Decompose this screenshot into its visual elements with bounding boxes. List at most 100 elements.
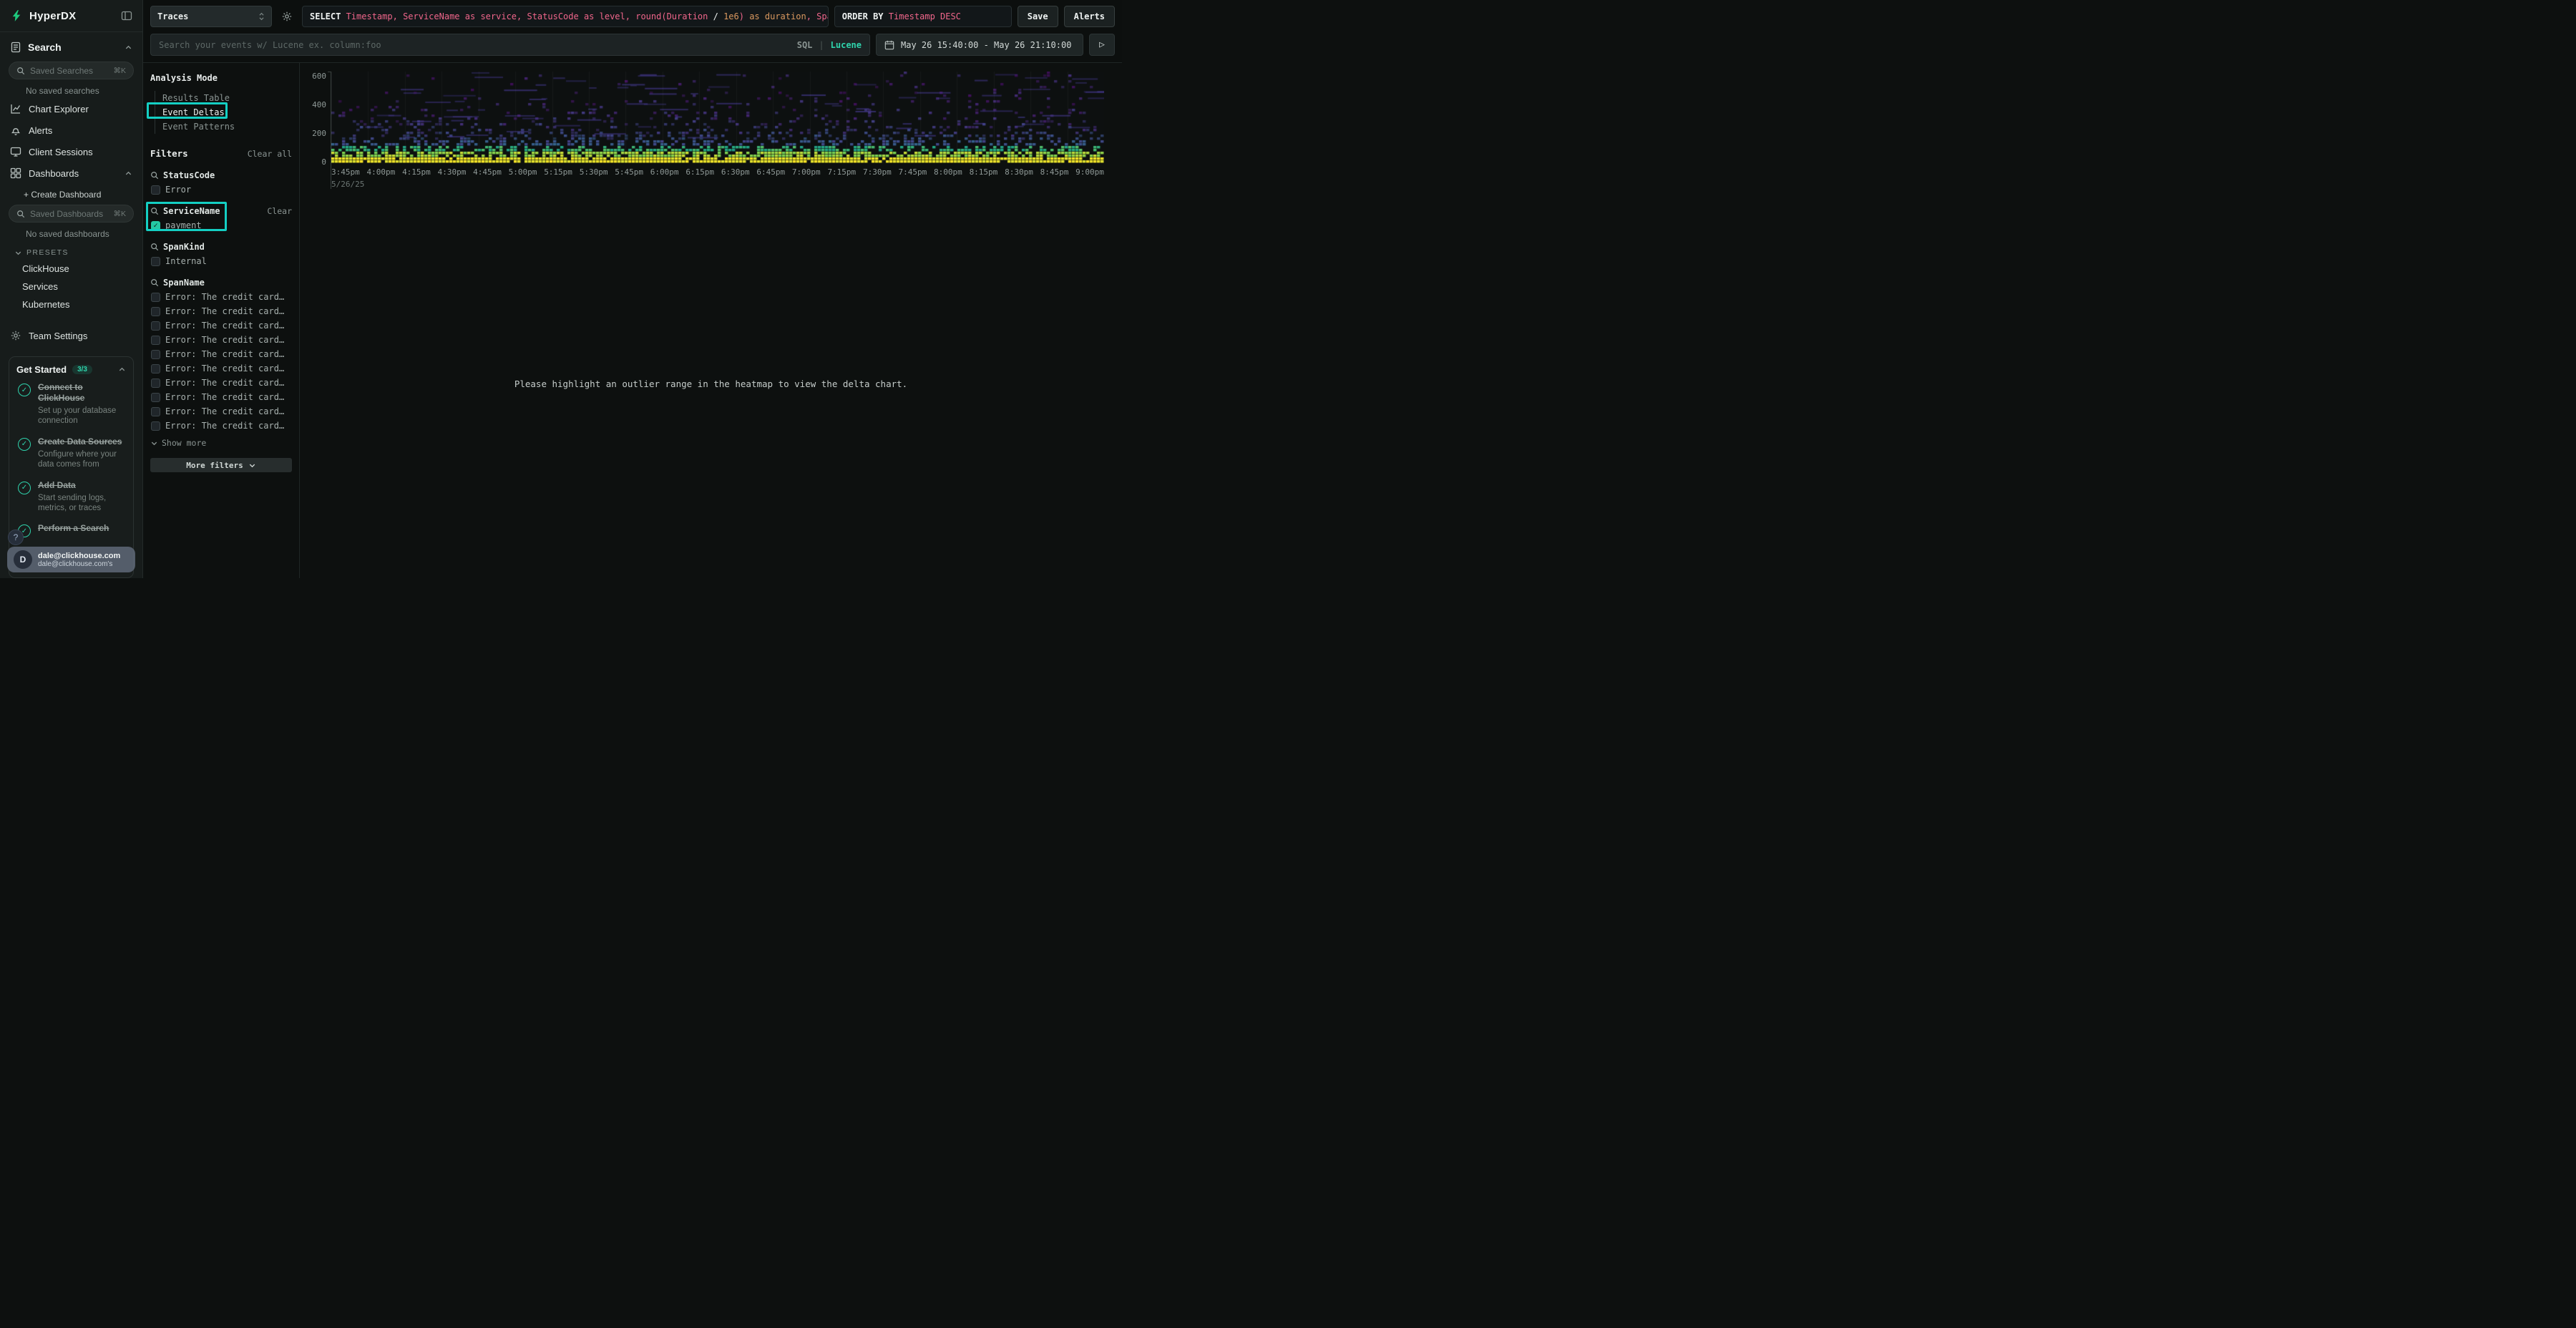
chevron-down-icon xyxy=(14,249,22,257)
checkbox[interactable] xyxy=(151,307,160,316)
sidebar-item-alerts[interactable]: Alerts xyxy=(0,119,142,141)
search-sm-icon xyxy=(16,210,25,218)
get-started-item[interactable]: ✓Create Data SourcesConfigure where your… xyxy=(18,436,125,470)
sidebar-item-dashboards[interactable]: Dashboards xyxy=(0,162,142,184)
filter-option[interactable]: Error: The credit card … xyxy=(150,292,292,302)
filter-option[interactable]: Error: The credit card … xyxy=(150,378,292,388)
event-search-input[interactable]: Search your events w/ Lucene ex. column:… xyxy=(150,34,870,56)
preset-item-services[interactable]: Services xyxy=(0,278,142,296)
grid-icon xyxy=(10,167,21,179)
checkbox[interactable] xyxy=(151,421,160,431)
x-axis-tick: 8:00pm xyxy=(934,167,962,177)
checkbox[interactable] xyxy=(151,364,160,374)
collapse-sidebar-icon[interactable] xyxy=(121,10,132,21)
save-button[interactable]: Save xyxy=(1018,6,1058,27)
source-select[interactable]: Traces xyxy=(150,6,272,27)
get-started-item[interactable]: ✓Connect to ClickHouseSet up your databa… xyxy=(18,382,125,426)
checkbox[interactable] xyxy=(151,321,160,331)
search-placeholder: Search your events w/ Lucene ex. column:… xyxy=(159,40,791,50)
search-sm-icon xyxy=(150,278,159,287)
chevron-up-icon[interactable] xyxy=(118,366,126,374)
analysis-mode-results-table[interactable]: Results Table xyxy=(155,91,292,105)
presets-toggle[interactable]: PRESETS xyxy=(0,241,142,260)
checkbox[interactable] xyxy=(151,221,160,230)
checkbox[interactable] xyxy=(151,257,160,266)
language-toggle-sql[interactable]: SQL xyxy=(797,40,813,50)
filter-group-name[interactable]: SpanKind xyxy=(150,242,205,252)
heatmap-canvas[interactable] xyxy=(331,72,1104,163)
filter-option[interactable]: Error: The credit card … xyxy=(150,406,292,416)
checkbox[interactable] xyxy=(151,407,160,416)
help-button[interactable]: ? xyxy=(8,529,24,545)
x-axis-tick: 8:45pm xyxy=(1040,167,1069,177)
checkbox[interactable] xyxy=(151,350,160,359)
filter-option[interactable]: Internal xyxy=(150,256,292,266)
checkbox[interactable] xyxy=(151,185,160,195)
bell-icon xyxy=(10,125,21,136)
preset-item-kubernetes[interactable]: Kubernetes xyxy=(0,296,142,313)
order-by-input[interactable]: ORDER BY Timestamp DESC xyxy=(834,6,1012,27)
user-subtitle: dale@clickhouse.com's xyxy=(38,560,120,568)
language-toggle-lucene[interactable]: Lucene xyxy=(831,40,862,50)
analysis-mode-event-deltas[interactable]: Event Deltas xyxy=(155,105,292,119)
heatmap-x-axis: 3:45pm4:00pm4:15pm4:30pm4:45pm5:00pm5:15… xyxy=(331,167,1104,177)
date-range-value: May 26 15:40:00 - May 26 21:10:00 xyxy=(901,40,1071,50)
checkbox[interactable] xyxy=(151,393,160,402)
sidebar-item-client-sessions[interactable]: Client Sessions xyxy=(0,141,142,162)
order-by-text: ORDER BY Timestamp DESC xyxy=(842,11,961,21)
filter-option[interactable]: Error: The credit card … xyxy=(150,349,292,359)
x-axis-tick: 7:15pm xyxy=(827,167,856,177)
get-started-item-title: Connect to ClickHouse xyxy=(38,382,125,404)
filter-group-statuscode: StatusCode Error xyxy=(150,170,292,195)
preset-item-clickhouse[interactable]: ClickHouse xyxy=(0,260,142,278)
clear-filter-link[interactable]: Clear xyxy=(267,206,292,216)
run-query-button[interactable]: ▷ xyxy=(1089,34,1115,56)
get-started-item[interactable]: ✓Perform a Search xyxy=(18,523,125,537)
x-axis-tick: 8:15pm xyxy=(970,167,998,177)
team-settings-label: Team Settings xyxy=(29,331,87,341)
more-filters-button[interactable]: More filters xyxy=(150,458,292,472)
sql-query-input[interactable]: SELECT Timestamp, ServiceName as service… xyxy=(302,6,829,27)
x-axis-tick: 5:15pm xyxy=(544,167,572,177)
saved-searches-input[interactable]: Saved Searches ⌘K xyxy=(9,62,134,79)
chart-area: 6004002000 3:45pm4:00pm4:15pm4:30pm4:45p… xyxy=(300,63,1122,578)
filter-option[interactable]: Error: The credit card … xyxy=(150,321,292,331)
gear-icon xyxy=(10,330,21,341)
saved-dashboards-input[interactable]: Saved Dashboards ⌘K xyxy=(9,205,134,223)
filter-group-name[interactable]: ServiceName xyxy=(150,206,220,216)
filter-option[interactable]: Error: The credit card … xyxy=(150,335,292,345)
filter-option[interactable]: Error: The credit card … xyxy=(150,363,292,374)
sidebar-item-chart-explorer[interactable]: Chart Explorer xyxy=(0,98,142,119)
filter-group-spanname: SpanName Error: The credit card … Error: T… xyxy=(150,278,292,431)
get-started-card: Get Started 3/3 ✓Connect to ClickHouseSe… xyxy=(9,356,134,578)
get-started-item-desc: Set up your database connection xyxy=(38,406,125,426)
filter-group-name[interactable]: SpanName xyxy=(150,278,205,288)
checkbox[interactable] xyxy=(151,336,160,345)
create-dashboard-button[interactable]: + Create Dashboard xyxy=(0,184,142,202)
checkbox[interactable] xyxy=(151,293,160,302)
user-menu[interactable]: D dale@clickhouse.com dale@clickhouse.co… xyxy=(7,547,135,572)
sidebar-item-search[interactable]: Search xyxy=(0,32,142,59)
source-settings-button[interactable] xyxy=(278,11,296,22)
show-more-toggle[interactable]: Show more xyxy=(150,438,292,448)
x-axis-tick: 8:30pm xyxy=(1005,167,1033,177)
x-axis-tick: 4:15pm xyxy=(402,167,431,177)
filter-group-name[interactable]: StatusCode xyxy=(150,170,215,180)
get-started-items: ✓Connect to ClickHouseSet up your databa… xyxy=(16,382,126,537)
alerts-button[interactable]: Alerts xyxy=(1064,6,1115,27)
checkbox[interactable] xyxy=(151,379,160,388)
saved-dashboards-placeholder: Saved Dashboards xyxy=(30,209,103,219)
filter-option[interactable]: Error: The credit card … xyxy=(150,306,292,316)
filter-option[interactable]: Error xyxy=(150,185,292,195)
get-started-item[interactable]: ✓Add DataStart sending logs, metrics, or… xyxy=(18,480,125,514)
search-doc-icon xyxy=(10,42,21,53)
chevron-down-icon xyxy=(248,462,256,469)
filter-option[interactable]: Error: The credit card … xyxy=(150,392,292,402)
date-range-picker[interactable]: May 26 15:40:00 - May 26 21:10:00 xyxy=(876,34,1083,56)
sidebar-item-team-settings[interactable]: Team Settings xyxy=(0,325,142,346)
filter-option[interactable]: payment xyxy=(150,220,292,230)
more-filters-label: More filters xyxy=(186,461,243,470)
analysis-mode-event-patterns[interactable]: Event Patterns xyxy=(155,119,292,134)
clear-all-filters-link[interactable]: Clear all xyxy=(248,149,292,159)
filter-option[interactable]: Error: The credit card … xyxy=(150,421,292,431)
